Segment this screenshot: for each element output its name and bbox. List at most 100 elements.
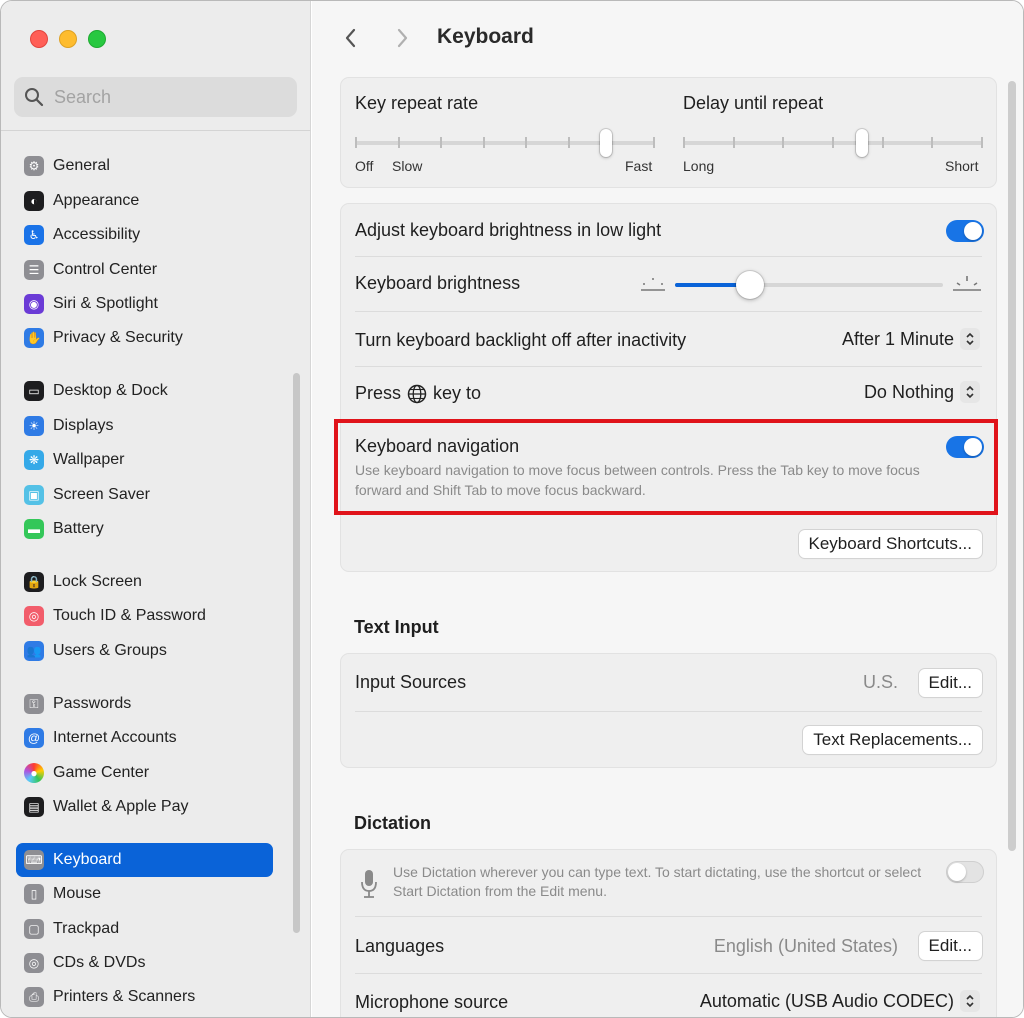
sidebar-item-mouse[interactable]: ▯ Mouse <box>16 877 273 911</box>
printer-icon: ⎙ <box>24 987 44 1007</box>
sidebar-item-displays[interactable]: ☀ Displays <box>16 409 273 443</box>
text-replacements-button[interactable]: Text Replacements... <box>803 726 982 754</box>
sidebar-item-passwords[interactable]: ⚿ Passwords <box>16 687 273 721</box>
key-icon: ⚿ <box>24 694 44 714</box>
updown-chevron-icon <box>960 328 980 350</box>
zoom-button[interactable] <box>88 30 106 48</box>
search-input[interactable] <box>54 86 284 108</box>
backlight-value: After 1 Minute <box>841 328 954 349</box>
delay-slider[interactable] <box>683 128 983 158</box>
sidebar-item-siri-spotlight[interactable]: ◉ Siri & Spotlight <box>16 287 273 321</box>
mouse-icon: ▯ <box>24 884 44 904</box>
slider-tick <box>882 137 884 148</box>
sidebar-item-wallpaper[interactable]: ❋ Wallpaper <box>16 443 273 477</box>
sidebar-item-desktop-dock[interactable]: ▭ Desktop & Dock <box>16 374 273 408</box>
fingerprint-icon: ◎ <box>24 606 44 626</box>
main-scrollbar[interactable] <box>1008 81 1016 851</box>
sidebar-item-battery[interactable]: ▬ Battery <box>16 512 273 546</box>
input-sources-edit-button[interactable]: Edit... <box>918 669 982 697</box>
slider-tick <box>440 137 442 148</box>
microphone-source-popup[interactable]: Automatic (USB Audio CODEC) <box>700 990 980 1012</box>
slider-tick <box>483 137 485 148</box>
back-button[interactable] <box>336 23 366 53</box>
press-key-popup[interactable]: Do Nothing <box>864 381 980 403</box>
languages-label: Languages <box>355 936 445 956</box>
dictation-panel: Use Dictation wherever you can type text… <box>340 849 997 1017</box>
search-field[interactable] <box>14 77 297 117</box>
sidebar-item-control-center[interactable]: ☰ Control Center <box>16 253 273 287</box>
row-divider <box>355 256 982 257</box>
control-center-icon: ☰ <box>24 260 44 280</box>
dictation-toggle[interactable] <box>946 861 984 883</box>
sidebar-item-wallet-apple-pay[interactable]: ▤ Wallet & Apple Pay <box>16 790 273 824</box>
slider-knob[interactable] <box>856 129 868 157</box>
slider-tick <box>782 137 784 148</box>
languages-value: English (United States) <box>713 936 898 956</box>
keyboard-icon: ⌨ <box>24 850 44 870</box>
battery-icon: ▬ <box>24 519 44 539</box>
dictation-description: Use Dictation wherever you can type text… <box>393 864 922 899</box>
sidebar-item-touch-id-password[interactable]: ◎ Touch ID & Password <box>16 599 273 633</box>
press-label-a: Press <box>355 383 402 403</box>
sidebar-item-privacy-security[interactable]: ✋ Privacy & Security <box>16 321 273 355</box>
sidebar-item-label: Mouse <box>53 885 102 902</box>
close-button[interactable] <box>30 30 48 48</box>
press-key-value: Do Nothing <box>863 381 954 402</box>
accessibility-icon: ♿ <box>24 225 44 245</box>
at-icon: @ <box>24 728 44 748</box>
sidebar-item-label: Trackpad <box>53 920 120 937</box>
dictation-heading: Dictation <box>354 813 432 833</box>
languages-edit-button[interactable]: Edit... <box>918 932 982 960</box>
sidebar-item-users-groups[interactable]: 👥 Users & Groups <box>16 634 273 668</box>
sidebar-item-printers-scanners[interactable]: ⎙ Printers & Scanners <box>16 980 273 1014</box>
text-input-panel: Input Sources U.S. Edit... Text Replacem… <box>340 653 997 768</box>
hand-icon: ✋ <box>24 328 44 348</box>
slider-tick <box>832 137 834 148</box>
screen-saver-icon: ▣ <box>24 485 44 505</box>
press-key-label: Press key to <box>355 383 481 404</box>
sidebar-item-cds-dvds[interactable]: ◎ CDs & DVDs <box>16 946 273 980</box>
forward-button[interactable] <box>387 23 417 53</box>
sidebar-item-keyboard[interactable]: ⌨ Keyboard <box>16 843 273 877</box>
sidebar-item-game-center[interactable]: ● Game Center <box>16 756 273 790</box>
keyboard-panel: Adjust keyboard brightness in low light … <box>340 203 997 572</box>
brightness-high-icon <box>953 276 981 291</box>
sidebar-item-label: Wallet & Apple Pay <box>53 798 189 815</box>
sidebar-item-screen-saver[interactable]: ▣ Screen Saver <box>16 478 273 512</box>
sun-icon: ☀ <box>24 416 44 436</box>
sidebar-item-appearance[interactable]: ◐ Appearance <box>16 184 273 218</box>
sidebar-item-label: Displays <box>53 417 114 434</box>
trackpad-icon: ▢ <box>24 919 44 939</box>
wallet-icon: ▤ <box>24 797 44 817</box>
slider-tick <box>931 137 933 148</box>
keyboard-brightness-slider[interactable] <box>675 270 943 300</box>
key-repeat-slider[interactable] <box>355 128 655 158</box>
row-divider <box>355 973 982 974</box>
adjust-brightness-label: Adjust keyboard brightness in low light <box>355 220 662 240</box>
sidebar-item-accessibility[interactable]: ♿ Accessibility <box>16 218 273 252</box>
sidebar-item-general[interactable]: ⚙ General <box>16 149 273 183</box>
sidebar-scrollbar[interactable] <box>293 373 300 933</box>
sidebar-item-trackpad[interactable]: ▢ Trackpad <box>16 912 273 946</box>
row-divider <box>355 366 982 367</box>
backlight-popup[interactable]: After 1 Minute <box>842 328 980 350</box>
input-sources-label: Input Sources <box>355 672 467 692</box>
slider-knob[interactable] <box>736 271 764 299</box>
highlight-box <box>334 419 998 515</box>
sidebar-item-internet-accounts[interactable]: @ Internet Accounts <box>16 721 273 755</box>
minimize-button[interactable] <box>59 30 77 48</box>
adjust-brightness-toggle[interactable] <box>946 220 984 242</box>
main-content: Keyboard Key repeat rate Off Slow Fast D… <box>312 1 1023 1017</box>
input-sources-value: U.S. <box>862 672 898 692</box>
dock-icon: ▭ <box>24 381 44 401</box>
repeat-panel: Key repeat rate Off Slow Fast Delay unti… <box>340 77 997 188</box>
keyboard-shortcuts-button[interactable]: Keyboard Shortcuts... <box>798 530 982 558</box>
gear-icon: ⚙ <box>24 156 44 176</box>
siri-icon: ◉ <box>24 294 44 314</box>
key-repeat-label: Key repeat rate <box>355 93 479 113</box>
slider-knob[interactable] <box>600 129 612 157</box>
toolbar: Keyboard <box>312 1 1023 75</box>
microphone-icon <box>361 870 377 898</box>
keyboard-brightness-label: Keyboard brightness <box>355 273 521 293</box>
sidebar-item-lock-screen[interactable]: 🔒 Lock Screen <box>16 565 273 599</box>
